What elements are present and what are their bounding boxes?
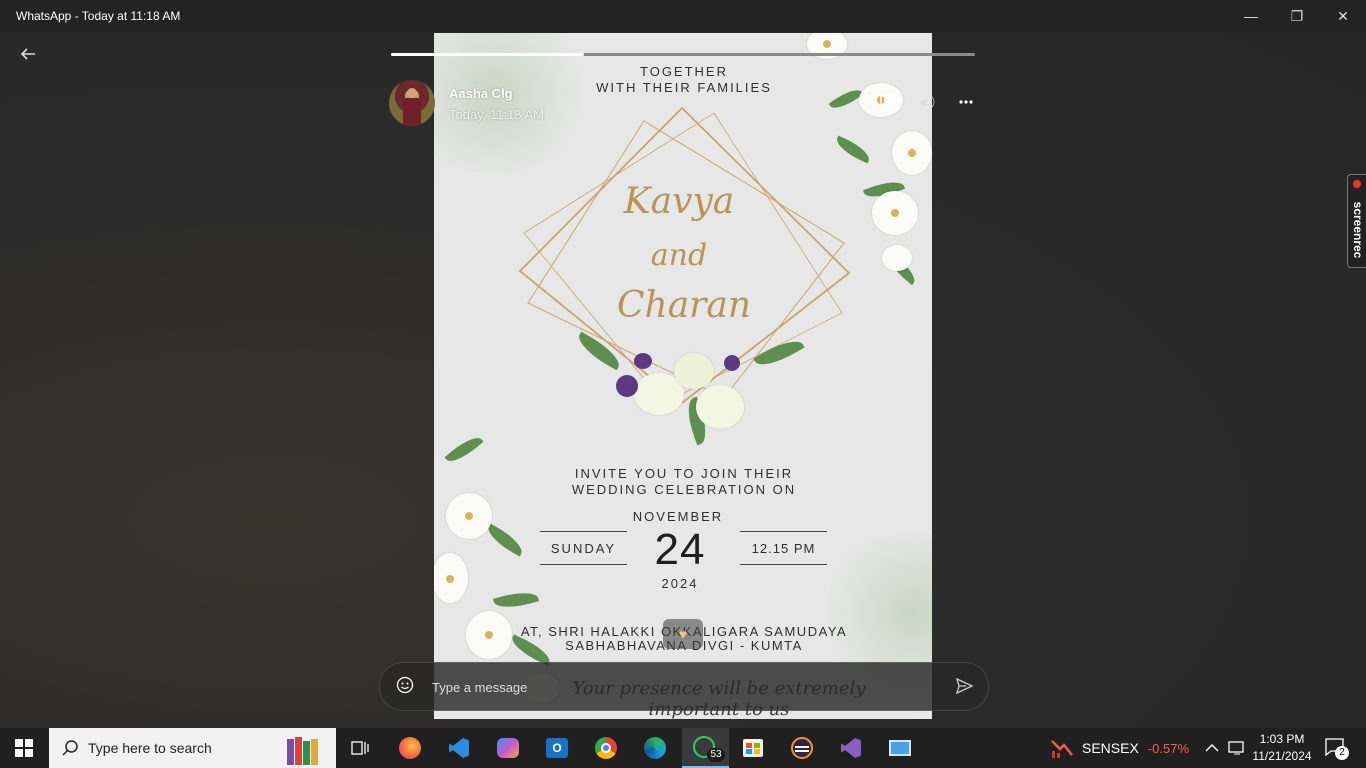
status-progress-bar [391,53,975,56]
whatsapp-taskbar-button[interactable]: 53 [682,728,729,768]
remote-desktop-icon[interactable] [886,734,914,762]
window-title: WhatsApp - Today at 11:18 AM [16,9,181,23]
screenrec-badge[interactable]: screenrec [1347,174,1366,268]
status-progress-fill [391,53,584,56]
contact-name[interactable]: Aasha Clg [449,86,513,101]
day-number-text: 24 [654,525,706,574]
minimize-button[interactable]: — [1228,0,1274,32]
chevron-up-icon[interactable] [1205,728,1219,768]
wedding-invitation-card: TOGETHER WITH THEIR FAMILIES Kavya and C… [434,33,932,719]
record-dot-icon [1353,180,1361,188]
stock-down-icon [1051,740,1073,758]
restore-button[interactable]: ❐ [1274,0,1320,32]
close-button[interactable]: ✕ [1320,0,1366,32]
month-text: NOVEMBER [632,509,724,524]
together-text: TOGETHER [640,64,728,79]
windows-start-icon[interactable] [10,734,38,762]
firefox-icon[interactable] [396,734,424,762]
day-name-text: SUNDAY [550,541,617,556]
task-view-icon[interactable] [346,734,374,762]
emoji-icon[interactable] [396,676,414,694]
clock-time: 1:03 PM [1259,732,1305,746]
avatar[interactable] [389,80,435,126]
name-kavya: Kavya [623,181,735,222]
stock-widget[interactable]: SENSEX -0.57% [1050,728,1189,768]
taskbar-search-box[interactable]: Type here to search [49,728,336,768]
outlook-icon[interactable]: O [543,734,571,762]
notification-count: 2 [1335,746,1349,760]
screenrec-label: screenrec [1351,201,1365,259]
visual-studio-icon[interactable] [837,734,865,762]
reaction-sticker[interactable]: ♥ [663,619,703,649]
whatsapp-unread-badge: 53 [707,748,725,762]
message-input[interactable] [430,675,914,699]
edge-icon[interactable] [641,734,669,762]
network-icon[interactable] [1228,728,1246,768]
books-icon [269,733,325,765]
store-icon[interactable] [739,734,767,762]
taskbar: Type here to search O 53 SENSEX -0.57% 1… [0,728,1366,768]
vscode-icon[interactable] [445,734,473,762]
send-icon[interactable] [954,676,974,696]
back-arrow-icon[interactable] [20,46,36,67]
name-charan: Charan [616,285,752,326]
search-icon [61,739,79,762]
chrome-icon[interactable] [592,734,620,762]
pause-icon[interactable] [879,94,895,115]
invite-line-2: WEDDING CELEBRATION ON [571,482,797,497]
copilot-icon[interactable] [494,734,522,762]
stock-name: SENSEX [1082,740,1139,756]
eclipse-icon[interactable] [788,734,816,762]
year-text: 2024 [661,576,699,591]
taskbar-clock[interactable]: 1:03 PM 11/21/2024 [1252,732,1312,763]
message-composer [379,662,989,711]
title-bar: WhatsApp - Today at 11:18 AM — ❐ ✕ [0,0,1366,32]
stock-change: -0.57% [1147,740,1190,756]
time-text: 12.15 PM [751,541,816,556]
notifications-icon[interactable]: 2 [1325,738,1349,761]
more-options-icon[interactable] [958,92,974,113]
search-placeholder: Type here to search [88,740,212,756]
and-text: and [650,238,708,273]
heart-hands-icon: ♥ [678,626,688,642]
status-time: Today, 11:18 AM [449,107,544,122]
clock-date: 11/21/2024 [1252,749,1312,763]
mute-icon[interactable] [918,94,936,115]
invite-line-1: INVITE YOU TO JOIN THEIR [574,466,794,481]
